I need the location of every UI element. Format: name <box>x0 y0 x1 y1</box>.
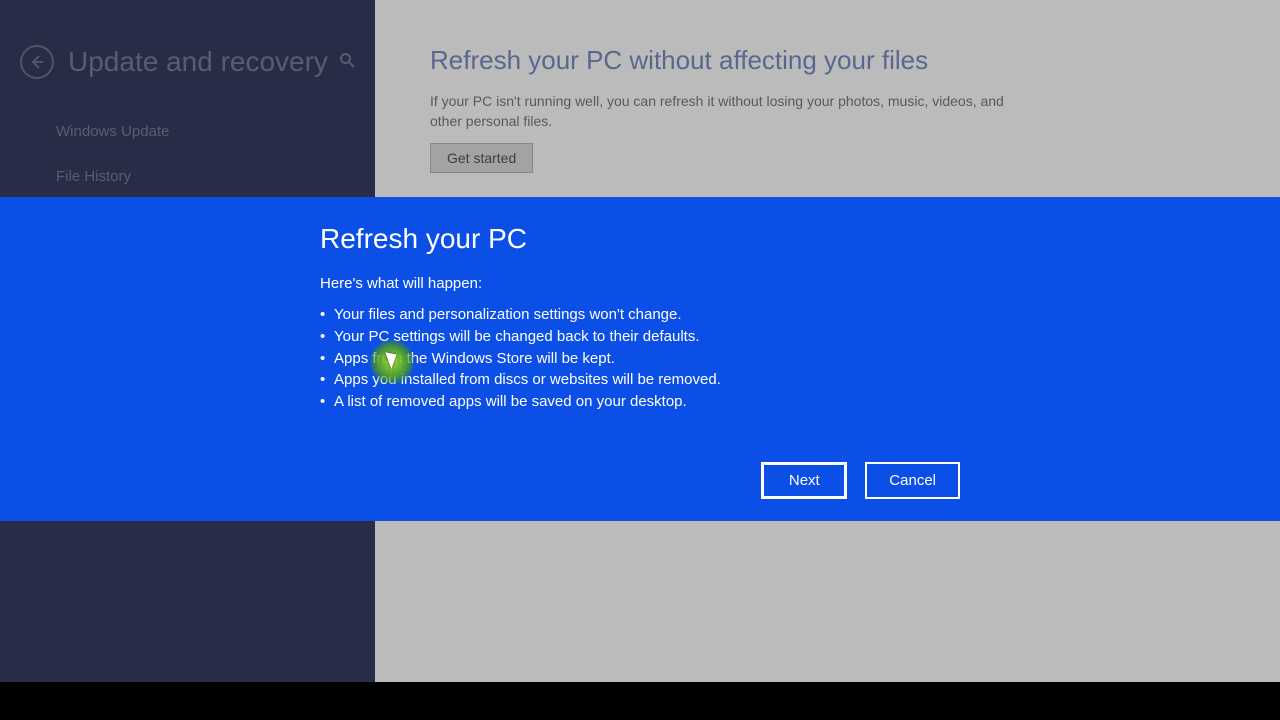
search-icon[interactable] <box>339 52 355 73</box>
sidebar-item-windows-update[interactable]: Windows Update <box>0 109 375 154</box>
next-button[interactable]: Next <box>761 462 847 499</box>
letterbox-bottom <box>0 682 1280 720</box>
app-window: Update and recovery Windows Update File … <box>0 0 1280 720</box>
back-icon[interactable] <box>20 45 54 79</box>
section-title: Refresh your PC without affecting your f… <box>430 45 1225 76</box>
modal-title: Refresh your PC <box>320 223 1020 255</box>
refresh-modal: Refresh your PC Here's what will happen:… <box>0 197 1280 521</box>
page-title: Update and recovery <box>68 46 329 78</box>
modal-bullet: Your PC settings will be changed back to… <box>320 326 1020 348</box>
modal-bullet: Apps you installed from discs or website… <box>320 369 1020 391</box>
get-started-button[interactable]: Get started <box>430 143 533 173</box>
modal-subtitle: Here's what will happen: <box>320 275 1020 292</box>
modal-bullets: Your files and personalization settings … <box>320 304 1020 413</box>
section-description: If your PC isn't running well, you can r… <box>430 92 1010 131</box>
modal-bullet: Apps from the Windows Store will be kept… <box>320 348 1020 370</box>
cancel-button[interactable]: Cancel <box>865 462 960 499</box>
sidebar-item-file-history[interactable]: File History <box>0 154 375 199</box>
modal-bullet: Your files and personalization settings … <box>320 304 1020 326</box>
modal-bullet: A list of removed apps will be saved on … <box>320 391 1020 413</box>
sidebar-header: Update and recovery <box>0 45 375 109</box>
